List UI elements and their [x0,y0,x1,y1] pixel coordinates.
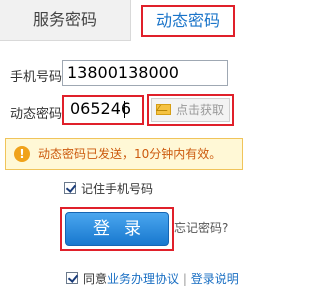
phone-input[interactable]: 13800138000 [62,60,228,86]
remember-label: 记住手机号码 [81,182,154,196]
tab-dynamic-password[interactable]: 动态密码 [130,0,249,41]
tab-dynamic-password-label: 动态密码 [141,5,235,37]
code-label: 动态密码 [10,107,63,122]
login-tabs: 服务密码 动态密码 [0,0,249,41]
code-input-highlight: 065246 [62,95,144,125]
forgot-password-link[interactable]: 忘记密码? [174,219,228,236]
remember-checkbox[interactable] [64,182,76,194]
agree-checkbox[interactable] [66,272,78,284]
agreement-text: 同意业务办理协议 | 登录说明 [83,270,239,288]
sent-notice-text: 动态密码已发送，10分钟内有效。 [38,147,222,161]
separator: | [182,272,187,286]
get-code-highlight: 点击获取 [147,94,234,126]
get-code-button[interactable]: 点击获取 [151,98,230,122]
text-cursor [124,101,125,118]
login-button[interactable]: 登录 [65,212,169,246]
code-input[interactable]: 065246 [66,97,138,123]
agreement-row: 同意业务办理协议 | 登录说明 [66,270,246,288]
login-help-link[interactable]: 登录说明 [191,272,239,286]
get-code-label: 点击获取 [176,103,225,117]
login-button-highlight: 登录 [60,207,174,251]
warning-icon: ! [14,146,30,162]
tab-service-password[interactable]: 服务密码 [0,0,130,40]
agreement-link[interactable]: 业务办理协议 [107,272,179,286]
agree-prefix: 同意 [83,272,108,286]
envelope-icon [156,104,171,115]
sent-notice: ! 动态密码已发送，10分钟内有效。 [5,138,243,170]
phone-label: 手机号码 [10,70,63,85]
